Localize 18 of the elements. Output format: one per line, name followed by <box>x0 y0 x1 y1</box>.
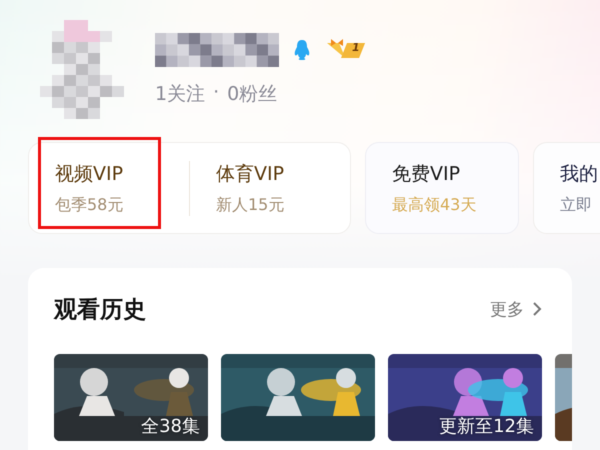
chevron-right-icon <box>532 301 542 317</box>
episode-label: 更新至12集 <box>439 415 534 438</box>
vip-title[interactable]: 视频VIP <box>55 160 163 186</box>
penguin-icon <box>293 39 311 61</box>
stat-text: 1关注 <box>155 82 206 107</box>
episode-label: 全38集 <box>141 415 200 438</box>
more-button[interactable]: 更多 <box>490 298 542 320</box>
vip-subtitle: 最高领43天 <box>392 194 476 216</box>
vip-level-text: 1 <box>352 41 360 54</box>
vip-title[interactable]: 体育VIP <box>216 160 324 186</box>
vip-title[interactable]: 免费VIP <box>392 160 476 186</box>
stat-text: · <box>213 81 220 105</box>
section-title: 观看历史 <box>54 296 146 324</box>
vip-subtitle: 包季58元 <box>55 194 124 216</box>
stat-text: 0粉丝 <box>227 82 278 107</box>
vip-subtitle: 立即 <box>560 194 593 216</box>
vip-subtitle: 新人15元 <box>216 194 286 216</box>
vip-title[interactable]: 我的 <box>560 160 598 186</box>
